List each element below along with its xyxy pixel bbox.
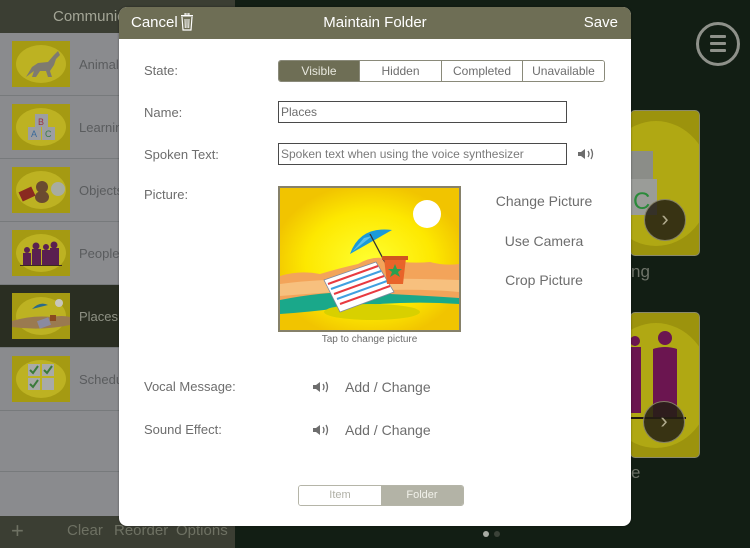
picture-caption: Tap to change picture: [321, 334, 418, 345]
chevron-right-icon[interactable]: ›: [643, 401, 685, 443]
spoken-text-input[interactable]: Spoken text when using the voice synthes…: [278, 143, 567, 165]
board-tile-caption: e: [631, 463, 641, 482]
sidebar-item-label: Objects: [79, 183, 124, 198]
page-dot[interactable]: [494, 531, 500, 537]
type-option-item[interactable]: Item: [299, 486, 381, 505]
sound-effect-add-change-button[interactable]: Add / Change: [345, 422, 431, 438]
vocal-message-label: Vocal Message:: [144, 379, 236, 394]
type-segmented-control: Item Folder: [298, 485, 464, 506]
state-option-hidden[interactable]: Hidden: [359, 61, 441, 81]
beach-icon: [280, 188, 459, 330]
page-dot-active[interactable]: [483, 531, 489, 537]
svg-text:C: C: [45, 129, 52, 139]
crop-picture-button[interactable]: Crop Picture: [484, 272, 604, 288]
use-camera-button[interactable]: Use Camera: [484, 233, 604, 249]
state-label: State:: [144, 63, 178, 78]
board-tile-people[interactable]: ›: [630, 312, 700, 458]
sidebar-item-label: Places: [79, 309, 119, 324]
save-button[interactable]: Save: [584, 14, 618, 31]
people-icon: [12, 230, 70, 276]
checklist-icon: [12, 356, 70, 402]
sound-effect-label: Sound Effect:: [144, 422, 222, 437]
folder-picture[interactable]: [278, 186, 461, 332]
chevron-right-icon[interactable]: ›: [644, 199, 686, 241]
hamburger-circle-icon[interactable]: [696, 22, 740, 66]
maintain-folder-dialog: Cancel Maintain Folder Save State: Visib…: [119, 7, 631, 526]
speaker-icon[interactable]: [577, 147, 597, 161]
clear-button[interactable]: Clear: [67, 522, 103, 539]
state-option-unavailable[interactable]: Unavailable: [522, 61, 604, 81]
spoken-text-label: Spoken Text:: [144, 147, 219, 162]
horse-icon: [12, 41, 70, 87]
svg-text:A: A: [31, 129, 37, 139]
dialog-header: Cancel Maintain Folder Save: [119, 7, 631, 39]
picture-label: Picture:: [144, 187, 189, 202]
vocal-message-add-change-button[interactable]: Add / Change: [345, 379, 431, 395]
add-button[interactable]: +: [11, 518, 24, 544]
state-segmented-control: Visible Hidden Completed Unavailable: [278, 60, 605, 82]
beach-icon: [12, 293, 70, 339]
name-input[interactable]: Places: [278, 101, 567, 123]
abc-blocks-icon: B A C: [12, 104, 70, 150]
board-tile-caption: ng: [631, 262, 650, 281]
speaker-icon[interactable]: [312, 380, 332, 394]
change-picture-button[interactable]: Change Picture: [484, 193, 604, 209]
toys-icon: [12, 167, 70, 213]
type-option-folder[interactable]: Folder: [381, 486, 463, 505]
app-screen: Communication Animals B A C Learning Obj…: [0, 0, 750, 548]
speaker-icon[interactable]: [312, 423, 332, 437]
sidebar-item-label: People: [79, 246, 120, 261]
name-label: Name:: [144, 105, 183, 120]
svg-text:B: B: [38, 117, 44, 127]
state-option-completed[interactable]: Completed: [441, 61, 522, 81]
dialog-title: Maintain Folder: [323, 14, 427, 31]
state-option-visible[interactable]: Visible: [279, 61, 359, 81]
board-tile-learning[interactable]: C ›: [630, 110, 700, 256]
